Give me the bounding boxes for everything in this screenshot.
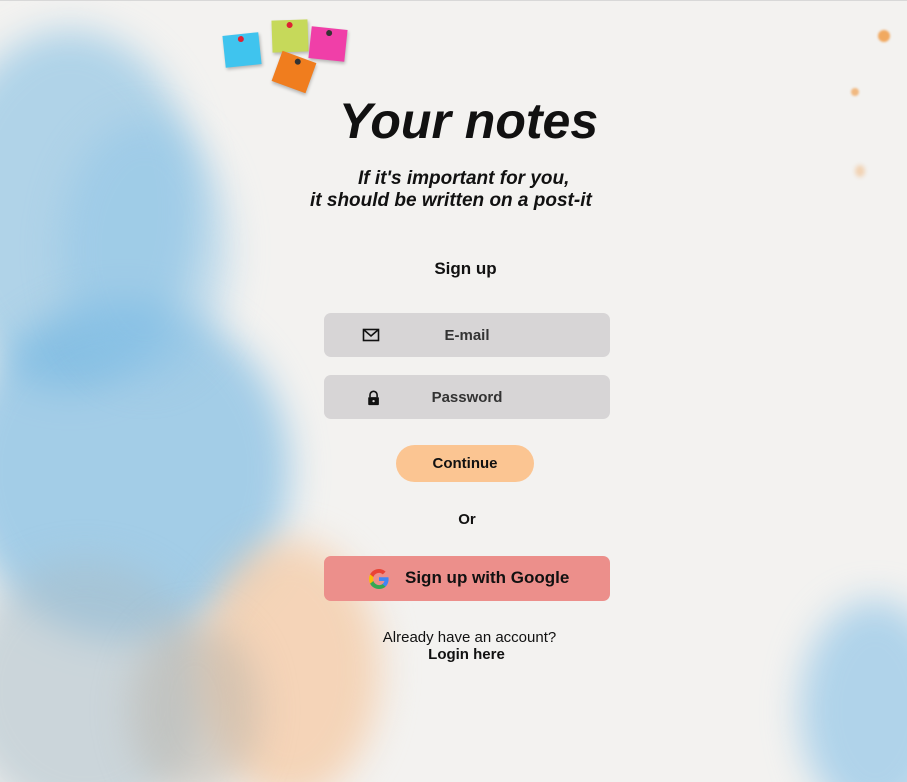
or-divider: Or (458, 511, 476, 528)
google-signup-button[interactable]: Sign up with Google (324, 556, 610, 601)
password-input[interactable] (324, 375, 610, 419)
app-title: Your notes (338, 93, 599, 149)
green-postit-icon (271, 19, 309, 53)
tagline-line-2: it should be written on a post-it (310, 190, 592, 211)
login-link[interactable]: Login here (0, 646, 907, 663)
tagline: If it's important for you, it should be … (300, 168, 610, 212)
already-account-text: Already have an account? (382, 629, 557, 646)
signup-heading: Sign up (434, 259, 497, 278)
blue-postit-icon (222, 32, 262, 68)
password-field-container (324, 375, 610, 419)
google-button-label: Sign up with Google (405, 568, 570, 587)
top-border (0, 0, 907, 1)
pink-postit-icon (308, 26, 348, 62)
signup-page: Your notes If it's important for you, it… (0, 0, 907, 782)
tagline-line-1: If it's important for you, (358, 168, 570, 189)
postit-logo (222, 16, 352, 96)
email-field-container (324, 313, 610, 357)
google-icon (369, 569, 389, 589)
continue-button[interactable]: Continue (396, 445, 534, 482)
email-input[interactable] (324, 313, 610, 357)
